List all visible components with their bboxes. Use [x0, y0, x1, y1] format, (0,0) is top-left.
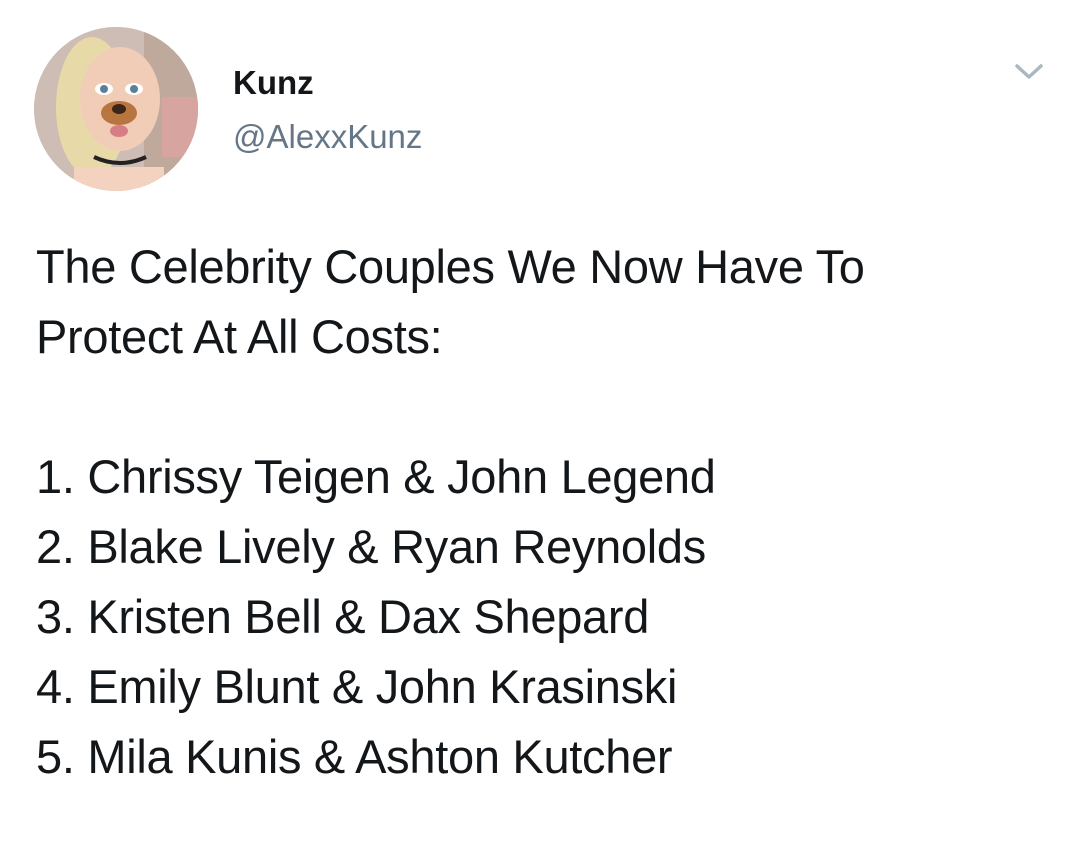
display-name[interactable]: Kunz	[233, 63, 314, 103]
list-item: 4. Emily Blunt & John Krasinski	[36, 660, 678, 713]
list-item: 3. Kristen Bell & Dax Shepard	[36, 590, 650, 643]
avatar-image	[34, 27, 198, 191]
tweet-menu-button[interactable]	[1008, 55, 1050, 87]
list-item: 2. Blake Lively & Ryan Reynolds	[36, 520, 706, 573]
avatar[interactable]	[34, 27, 198, 191]
user-handle[interactable]: @AlexxKunz	[233, 117, 422, 157]
list-item: 1. Chrissy Teigen & John Legend	[36, 450, 716, 503]
tweet-headline-line-1: The Celebrity Couples We Now Have To	[36, 240, 865, 293]
tweet-headline-line-2: Protect At All Costs:	[36, 310, 443, 363]
list-item: 5. Mila Kunis & Ashton Kutcher	[36, 730, 673, 783]
tweet-text: The Celebrity Couples We Now Have To Pro…	[36, 232, 1056, 792]
couples-list: 1. Chrissy Teigen & John Legend 2. Blake…	[36, 442, 1056, 792]
chevron-down-icon	[1015, 64, 1043, 79]
tweet: Kunz @AlexxKunz The Celebrity Couples We…	[0, 0, 1079, 857]
